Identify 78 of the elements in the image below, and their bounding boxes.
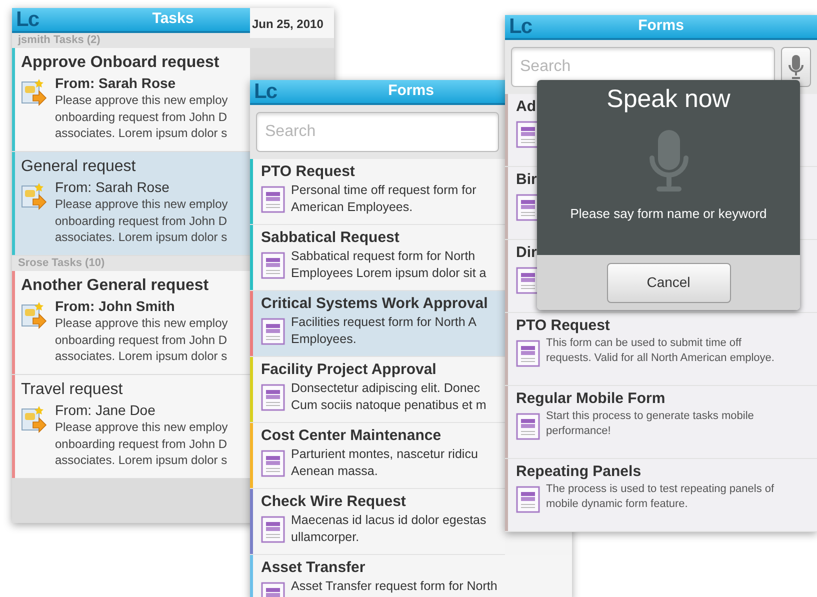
form-icon [261, 318, 285, 345]
task-title: Approve Onboard request [21, 53, 220, 73]
form-title: Critical Systems Work Approval [261, 294, 488, 314]
microphone-icon [648, 128, 688, 194]
dialog-prompt: Please say form name or keyword [570, 205, 767, 223]
task-item[interactable]: Approve Onboard request From: Sarah Rose Please approve this new employ onboarding request from John D associates. Lorem ipsum dolor s [12, 48, 250, 152]
form-icon [516, 340, 540, 367]
form-description: This form can be used to submit time off requests. Valid for all North American employe. [546, 336, 774, 366]
form-title: Dir [516, 243, 537, 263]
form-icon [261, 252, 285, 279]
form-icon [516, 413, 540, 440]
task-item[interactable]: Travel request From: Jane Doe Please approve this new employ onboarding request from John D associates. Lorem ipsum dolor s [12, 375, 250, 479]
form-description: Parturient montes, nascetur ridicu Aenean massa. [291, 446, 478, 479]
form-item[interactable]: Facility Project Approval Donsectetur adipiscing elit. Donec Cum sociis natoque penatibus et m [250, 357, 505, 423]
form-item[interactable]: Sabbatical Request Sabbatical request form for North Employees Lorem ipsum dolor sit a [250, 225, 505, 291]
form-item[interactable]: Repeating Panels The process is used to test repeating panels of mobile dynamic form feature. [505, 459, 817, 532]
form-icon [516, 486, 540, 513]
app-logo: Lc [254, 80, 277, 104]
task-title: Another General request [21, 276, 209, 296]
form-description: Facilities request form for North A Employees. [291, 314, 476, 347]
form-icon [261, 384, 285, 411]
form-description: The process is used to test repeating panels of mobile dynamic form feature. [546, 482, 774, 512]
app-logo: Lc [16, 8, 39, 32]
task-title: General request [21, 157, 136, 177]
form-description: Asset Transfer request form for North [291, 578, 498, 595]
task-sender: From: Jane Doe [55, 402, 156, 419]
form-description: Start this process to generate tasks mobile performance! [546, 409, 754, 439]
form-title: Check Wire Request [261, 492, 406, 512]
task-sender: From: Sarah Rose [55, 75, 177, 92]
form-item[interactable]: Regular Mobile Form Start this process to generate tasks mobile performance! [505, 386, 817, 459]
form-description: Donsectetur adipiscing elit. Donec Cum sociis natoque penatibus et m [291, 380, 486, 413]
form-title: PTO Request [261, 162, 355, 182]
task-description: Please approve this new employ onboarding request from John D associates. Lorem ipsum dolor s [55, 315, 228, 364]
task-item[interactable]: General request From: Sarah Rose Please approve this new employ onboarding request from John D associates. Lorem ipsum dolor s [12, 152, 250, 256]
app-logo: Lc [509, 15, 532, 39]
form-icon [261, 186, 285, 213]
task-title: Travel request [21, 380, 123, 400]
task-icon [21, 302, 47, 330]
form-description: Maecenas id lacus id dolor egestas ullamcorper. [291, 512, 486, 545]
task-icon [21, 79, 47, 107]
form-title: Cost Center Maintenance [261, 426, 442, 446]
form-icon [261, 516, 285, 543]
form-item[interactable]: Asset Transfer Asset Transfer request form for North [250, 555, 572, 597]
screen-title: Tasks [152, 9, 194, 30]
search-field[interactable]: Search [256, 112, 499, 152]
form-title: PTO Request [516, 316, 610, 336]
group-header: jsmith Tasks (2) [12, 33, 334, 48]
task-date: Jun 25, 2010 [250, 8, 334, 38]
form-item[interactable]: Check Wire Request Maecenas id lacus id dolor egestas ullamcorper. [250, 489, 505, 555]
task-description: Please approve this new employ onboarding request from John D associates. Lorem ipsum dolor s [55, 419, 228, 468]
task-description: Please approve this new employ onboarding request from John D associates. Lorem ipsum dolor s [55, 196, 228, 246]
form-title: Regular Mobile Form [516, 389, 666, 409]
form-title: Sabbatical Request [261, 228, 400, 248]
form-icon [516, 194, 540, 221]
form-item[interactable]: PTO Request This form can be used to submit time off requests. Valid for all North American employe. [505, 313, 817, 386]
task-description: Please approve this new employ onboarding request from John D associates. Lorem ipsum dolor s [55, 92, 228, 142]
form-item[interactable]: PTO Request Personal time off request form for American Employees. [250, 159, 505, 225]
form-item[interactable]: Critical Systems Work Approval Facilities request form for North A Employees. [250, 291, 505, 357]
task-icon [21, 183, 47, 211]
form-icon [516, 267, 540, 294]
form-icon [261, 450, 285, 477]
screen-title: Forms [638, 16, 684, 36]
form-item[interactable]: Cost Center Maintenance Parturient montes, nascetur ridicu Aenean massa. [250, 423, 505, 489]
form-title: Ad [516, 97, 536, 117]
form-title: Asset Transfer [261, 558, 366, 578]
form-description: Personal time off request form for American Employees. [291, 182, 476, 215]
cancel-button[interactable]: Cancel [606, 262, 730, 302]
microphone-icon [788, 54, 804, 80]
task-sender: From: Sarah Rose [55, 179, 170, 196]
form-title: Bir [516, 170, 537, 190]
task-icon [21, 406, 47, 434]
task-sender: From: John Smith [55, 298, 176, 315]
form-title: Facility Project Approval [261, 360, 436, 380]
form-icon [516, 121, 540, 148]
form-title: Repeating Panels [516, 462, 642, 482]
screen-title: Forms [388, 81, 434, 102]
task-item[interactable]: Another General request From: John Smith Please approve this new employ onboarding request from John D associates. Lorem ipsum dolor s [12, 271, 250, 375]
dialog-title: Speak now [606, 84, 730, 114]
